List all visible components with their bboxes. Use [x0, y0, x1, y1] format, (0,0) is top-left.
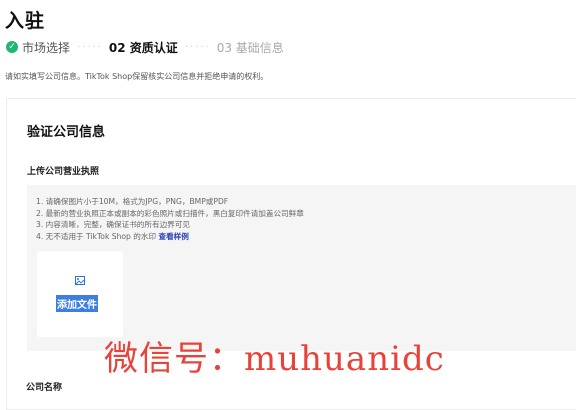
step-qualification[interactable]: 02 资质认证: [109, 39, 178, 56]
image-icon: [75, 276, 85, 285]
stepper: ✓ 市场选择 ····· 02 资质认证 ····· 03 基础信息: [6, 38, 284, 56]
step-divider: ·····: [184, 41, 211, 53]
check-icon: ✓: [6, 41, 18, 53]
view-example-link[interactable]: 查看样例: [158, 232, 188, 241]
company-name-label: 公司名称: [26, 383, 63, 393]
notice-text: 请如实填写公司信息。TikTok Shop保留核实公司信息并拒绝申请的权利。: [5, 72, 269, 81]
step-divider: ·····: [77, 41, 103, 53]
requirement-item: 1. 请确保图片小于10M，格式为JPG，PNG，BMP或PDF: [36, 197, 229, 206]
page-title: 入驻: [5, 10, 46, 32]
watermark-text: 微信号：muhuanidc: [104, 339, 445, 379]
requirement-text: 4. 无不适用于 TikTok Shop 的水印: [36, 231, 157, 241]
requirement-item: 2. 最新的营业执照正本或副本的彩色照片或扫描件，黑白复印件请加盖公司鲜章: [36, 208, 304, 218]
add-file-label: 添加文件: [56, 295, 98, 312]
step-basic-info: 03 基础信息: [216, 40, 284, 55]
add-file-button[interactable]: 添加文件: [37, 251, 123, 337]
requirement-item: 3. 内容清晰，完整，确保证书的所有边界可见: [36, 220, 190, 229]
upload-license-label: 上传公司营业执照: [27, 167, 100, 177]
requirements-list: 1. 请确保图片小于10M，格式为JPG，PNG，BMP或PDF 2. 最新的营…: [36, 196, 304, 242]
step-market[interactable]: 市场选择: [22, 39, 70, 56]
card-title: 验证公司信息: [27, 125, 106, 140]
upload-zone[interactable]: 1. 请确保图片小于10M，格式为JPG，PNG，BMP或PDF 2. 最新的营…: [27, 185, 576, 351]
requirement-item: 4. 无不适用于 TikTok Shop 的水印 查看样例: [36, 231, 304, 243]
